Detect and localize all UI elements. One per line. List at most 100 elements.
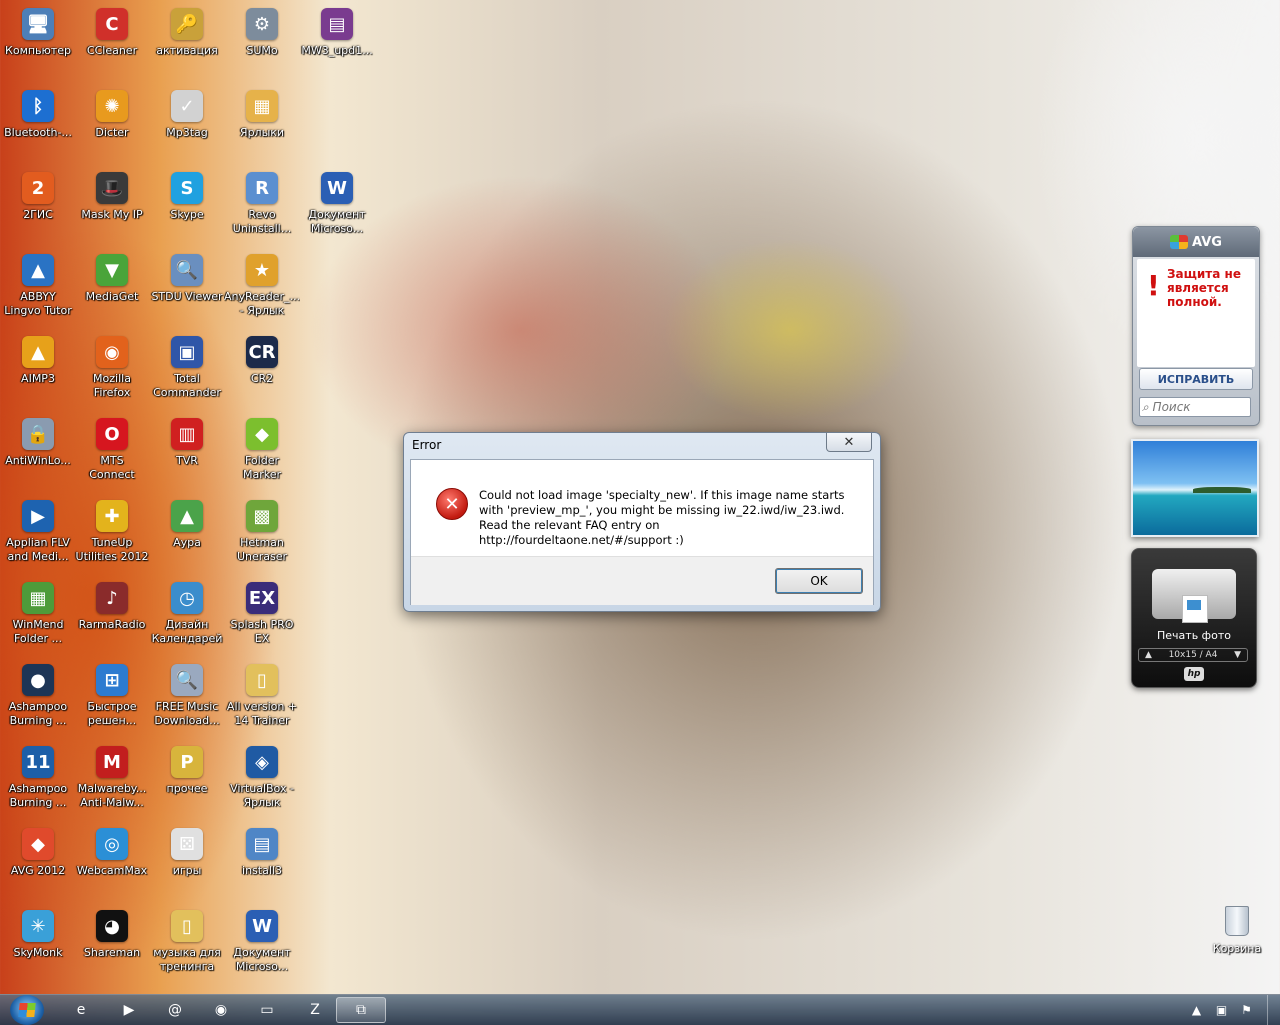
taskbar-button-icq[interactable]: @ [150, 997, 200, 1023]
avg-brand: AVG [1192, 234, 1222, 250]
avg-search-input[interactable]: ⌕ Поиск [1139, 397, 1251, 417]
desktop-icon[interactable]: O MTS Connect [74, 414, 150, 492]
desktop-icon[interactable]: ▦ WinMend Folder ... [0, 578, 76, 656]
desktop-icon[interactable]: M Malwareby... Anti-Malw... [74, 742, 150, 820]
tray-arrow-icon[interactable]: ▲ [1189, 1002, 1205, 1018]
desktop-icon[interactable]: W Документ Microso... [299, 168, 375, 246]
desktop-icon[interactable]: ▣ Total Commander [149, 332, 225, 410]
desktop-icon[interactable]: ✚ TuneUp Utilities 2012 [74, 496, 150, 574]
desktop-icon[interactable]: W Документ Microso... [224, 906, 300, 984]
desktop-icon-label: Shareman [83, 946, 141, 959]
desktop-icon[interactable]: ◆ Folder Marker [224, 414, 300, 492]
desktop-icon[interactable]: 🎩 Mask My IP [74, 168, 150, 246]
arrow-down-icon[interactable]: ▼ [1234, 650, 1241, 660]
desktop-icon[interactable]: ⚙ SUMo [224, 4, 300, 82]
recycle-bin-icon[interactable]: Корзина [1204, 906, 1270, 955]
app-icon: ◆ [22, 828, 54, 860]
desktop-icon[interactable]: EX Splash PRO EX [224, 578, 300, 656]
desktop-icon[interactable]: ▤ MW3_upd1... [299, 4, 375, 82]
desktop-icon[interactable]: ◆ AVG 2012 [0, 824, 76, 902]
dialog-close-button[interactable]: ✕ [826, 433, 872, 452]
desktop-icon-label: Компьютер [5, 44, 71, 57]
desktop-icon[interactable]: 🔍 STDU Viewer [149, 250, 225, 328]
desktop-icon[interactable]: ◈ VirtualBox - Ярлык [224, 742, 300, 820]
desktop-icon[interactable]: CR CR2 [224, 332, 300, 410]
taskbar-button-error-window[interactable]: ⧉ [336, 997, 386, 1023]
app-icon: ⊞ [96, 664, 128, 696]
show-desktop-button[interactable] [1267, 995, 1280, 1025]
desktop-icon[interactable]: ▦ Ярлыки [224, 86, 300, 164]
close-icon: ✕ [843, 434, 855, 450]
desktop-icon[interactable]: ▲ Аура [149, 496, 225, 574]
search-icon: ⌕ [1142, 399, 1153, 414]
desktop-icon[interactable]: ♪ RarmaRadio [74, 578, 150, 656]
desktop-icon[interactable]: R Revo Uninstall... [224, 168, 300, 246]
taskbar-button-game[interactable]: Z [290, 997, 340, 1023]
desktop-icon[interactable]: C CCleaner [74, 4, 150, 82]
taskbar-button-explorer[interactable]: ▭ [242, 997, 292, 1023]
desktop-icon-label: Mozilla Firefox [93, 372, 131, 399]
desktop-icon-label: install3 [242, 864, 282, 877]
desktop-icon-label: MW3_upd1... [301, 44, 373, 57]
desktop-icon-label: Splash PRO EX [230, 618, 294, 645]
desktop-icon[interactable]: ▼ MediaGet [74, 250, 150, 328]
desktop-icon[interactable]: ▩ Hetman Uneraser [224, 496, 300, 574]
desktop-icon-label: Malwareby... Anti-Malw... [77, 782, 147, 809]
desktop-icon[interactable]: S Skype [149, 168, 225, 246]
taskbar-button-firefox[interactable]: ◉ [196, 997, 246, 1023]
desktop-icon[interactable]: ★ AnyReader_... - Ярлык [224, 250, 300, 328]
desktop-icon[interactable]: ✓ Mp3tag [149, 86, 225, 164]
desktop-icon[interactable]: 🔒 AntiWinLo... [0, 414, 76, 492]
desktop-icon[interactable]: ◕ Shareman [74, 906, 150, 984]
desktop-icon[interactable]: ◎ WebcamMax [74, 824, 150, 902]
avg-fix-button[interactable]: ИСПРАВИТЬ [1139, 368, 1253, 390]
app-icon: 🎩 [96, 172, 128, 204]
desktop-icon[interactable]: ᛒ Bluetooth-... [0, 86, 76, 164]
desktop-icon[interactable]: ✺ Dicter [74, 86, 150, 164]
desktop-icon[interactable]: ● Ashampoo Burning ... [0, 660, 76, 738]
desktop-icon[interactable]: ▲ ABBYY Lingvo Tutor [0, 250, 76, 328]
desktop-icon[interactable]: ◷ Дизайн Календарей [149, 578, 225, 656]
desktop-icon[interactable]: 🔍 FREE Music Download... [149, 660, 225, 738]
desktop-icon[interactable]: 🖥 Компьютер [0, 4, 76, 82]
desktop-icon[interactable]: ▶ Applian FLV and Medi... [0, 496, 76, 574]
action-center-flag-icon[interactable]: ⚑ [1239, 1002, 1255, 1018]
app-icon: ✓ [171, 90, 203, 122]
print-size-value: 10x15 / A4 [1168, 650, 1218, 660]
start-button[interactable] [10, 995, 44, 1025]
desktop-icon-label: музыка для тренинга [153, 946, 221, 973]
slideshow-gadget[interactable] [1131, 439, 1259, 537]
desktop-icon[interactable]: ⚄ игры [149, 824, 225, 902]
app-icon: P [171, 746, 203, 778]
desktop-icon[interactable]: ⊞ Быстрое решен... [74, 660, 150, 738]
app-icon: ▼ [96, 254, 128, 286]
desktop-icon[interactable]: ✳ SkyMonk [0, 906, 76, 984]
desktop-icon[interactable]: ◉ Mozilla Firefox [74, 332, 150, 410]
app-icon: ✺ [96, 90, 128, 122]
desktop-icon[interactable]: Pпрочее [149, 742, 225, 820]
desktop-icon[interactable]: 🔑 активация [149, 4, 225, 82]
desktop-icon[interactable]: ▥ TVR [149, 414, 225, 492]
desktop-icon-label: SUMo [246, 44, 278, 57]
desktop-icon[interactable]: ▲ AIMP3 [0, 332, 76, 410]
arrow-up-icon[interactable]: ▲ [1145, 650, 1152, 660]
app-icon: ▤ [246, 828, 278, 860]
print-size-selector[interactable]: ▲ 10x15 / A4 ▼ [1138, 648, 1248, 662]
desktop-icon[interactable]: ▤ install3 [224, 824, 300, 902]
print-photo-gadget[interactable]: Печать фото ▲ 10x15 / A4 ▼ hp [1131, 548, 1257, 688]
app-icon: M [96, 746, 128, 778]
desktop-icon[interactable]: ▯ музыка для тренинга [149, 906, 225, 984]
desktop-icon-label: WinMend Folder ... [12, 618, 64, 645]
ok-button[interactable]: OK [775, 568, 863, 594]
desktop-icon-label: RarmaRadio [78, 618, 146, 631]
taskbar-button-media-player[interactable]: ▶ [104, 997, 154, 1023]
app-icon: 11 [22, 746, 54, 778]
network-icon[interactable]: ▣ [1214, 1002, 1230, 1018]
app-icon: ⚄ [171, 828, 203, 860]
desktop-icon-label: Skype [170, 208, 204, 221]
desktop-icon[interactable]: 11 Ashampoo Burning ... [0, 742, 76, 820]
desktop-icon[interactable]: ▯ All version + 14 Trainer [224, 660, 300, 738]
desktop-icon-label: ABBYY Lingvo Tutor [4, 290, 72, 317]
desktop-icon[interactable]: 2 2ГИС [0, 168, 76, 246]
taskbar-button-ie[interactable]: e [56, 997, 106, 1023]
